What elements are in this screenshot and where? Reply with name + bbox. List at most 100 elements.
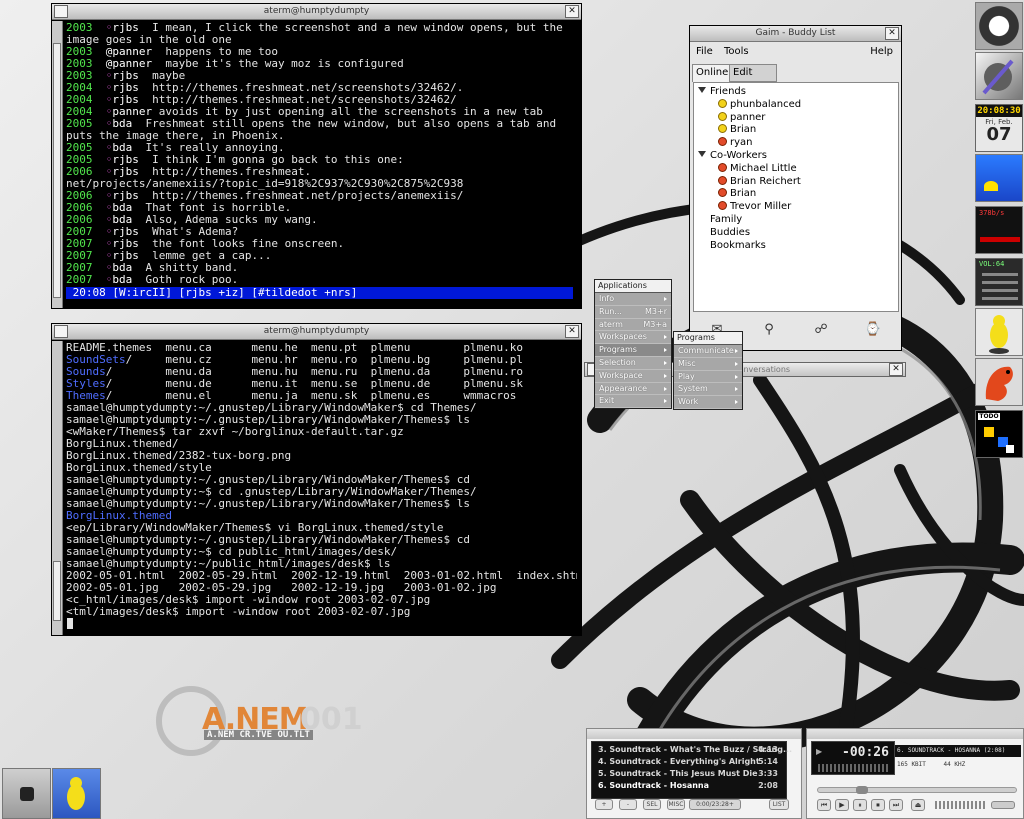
playlist-row[interactable]: 5. Soundtrack - This Jesus Must Die 3:33 [598, 769, 780, 779]
buddy-row[interactable]: phunbalanced [718, 98, 801, 111]
volume-slider[interactable] [982, 297, 1018, 300]
playlist-row[interactable]: 4. Soundtrack - Everything's Alright 5:14 [598, 757, 780, 767]
shell-output: README.themes menu.ca menu.he menu.pt pl… [66, 342, 577, 632]
menu-help[interactable]: Help [870, 46, 893, 57]
buddy-group[interactable]: Buddies [710, 226, 750, 239]
applications-menu: Applications Info Run... M3+r aterm M3+a Work… [594, 279, 672, 410]
gaim-buddy-list-window[interactable]: Gaim - Buddy List ✕ File Tools Help Onli… [689, 25, 902, 351]
irc-scrollbar[interactable] [52, 21, 63, 308]
shell-terminal-titlebar[interactable]: aterm@humptydumpty ✕ [52, 324, 581, 340]
buddy-row[interactable]: Brian Reichert [718, 175, 801, 188]
menu-tools[interactable]: Tools [724, 46, 749, 57]
workspace-clip-icon[interactable] [975, 2, 1023, 50]
menu-item[interactable]: Work [674, 396, 742, 409]
volume-dockapp[interactable]: VOL:64 [975, 258, 1023, 306]
playlist-remove-button[interactable]: - [619, 799, 637, 810]
miniaturize-button[interactable] [54, 5, 68, 18]
irc-terminal-window[interactable]: aterm@humptydumpty ✕ 2003 ◦rjbs I mean, … [51, 3, 582, 309]
buddy-group[interactable]: Co-Workers [698, 149, 767, 162]
close-button[interactable]: ✕ [885, 27, 899, 40]
volume-slider[interactable] [982, 281, 1018, 284]
todo-dockapp[interactable]: TODO [975, 410, 1023, 458]
away-icon[interactable]: ⌚ [864, 322, 882, 338]
menu-item[interactable]: Play [674, 370, 742, 384]
balance-slider[interactable] [991, 801, 1015, 809]
next-icon[interactable]: ⏭ [889, 799, 903, 811]
playlist-misc-button[interactable]: MISC [667, 799, 685, 810]
playlist-entries[interactable]: 3. Soundtrack - What's The Buzz / Strang… [591, 741, 792, 799]
gaim-titlebar[interactable]: Gaim - Buddy List ✕ [690, 26, 901, 42]
playlist-row[interactable]: 3. Soundtrack - What's The Buzz / Strang… [598, 745, 792, 755]
buddy-group[interactable]: Friends [698, 85, 746, 98]
scroll-thumb[interactable] [53, 561, 61, 621]
eject-icon[interactable]: ⏏ [911, 799, 925, 811]
info-icon[interactable]: ⚲ [760, 322, 778, 338]
player-time[interactable]: -00:26 [842, 745, 889, 760]
volume-slider[interactable] [982, 289, 1018, 292]
chat-icon[interactable]: ☍ [812, 322, 830, 338]
close-button[interactable]: ✕ [565, 325, 579, 338]
playlist-row[interactable]: 6. Soundtrack - Hosanna 2:08 [598, 781, 780, 791]
playlist-list-button[interactable]: LIST [769, 799, 789, 810]
volume-slider[interactable] [982, 273, 1018, 276]
line-text: Goth rock poo. [132, 273, 239, 286]
seek-bar[interactable] [817, 786, 1017, 794]
away-face-icon [718, 201, 727, 211]
tab-online[interactable]: Online [692, 64, 733, 82]
seek-thumb[interactable] [856, 786, 868, 794]
dragon-icon[interactable] [975, 358, 1023, 406]
menu-item[interactable]: Run... M3+r [595, 305, 671, 319]
miniaturize-button[interactable] [54, 325, 68, 338]
visualizer[interactable] [818, 764, 890, 772]
previous-icon[interactable]: ⏮ [817, 799, 831, 811]
menu-file[interactable]: File [696, 46, 713, 57]
menu-item[interactable]: Programs [595, 344, 671, 357]
close-button[interactable]: ✕ [565, 5, 579, 18]
menu-item[interactable]: Workspace [595, 369, 671, 383]
clock-date: 07 [986, 124, 1012, 145]
terminal-miniwindow[interactable] [2, 768, 51, 819]
gimp-icon[interactable] [975, 52, 1023, 100]
playlist-add-button[interactable]: + [595, 799, 613, 810]
player-titlebar[interactable] [807, 729, 1023, 739]
volume-slider[interactable] [935, 801, 987, 809]
menu-item[interactable]: System [674, 383, 742, 397]
playlist-select-button[interactable]: SEL [643, 799, 661, 810]
weather-dockapp[interactable] [975, 154, 1023, 202]
buddy-row[interactable]: Brian [718, 187, 756, 200]
buddy-row[interactable]: Brian [718, 123, 756, 136]
expander-icon[interactable] [698, 87, 706, 93]
menu-item[interactable]: Exit [595, 395, 671, 409]
menu-item[interactable]: Selection [595, 356, 671, 370]
buddy-group[interactable]: Family [710, 213, 742, 226]
menu-item[interactable]: Communicate [674, 345, 742, 358]
menu-item[interactable]: Info [595, 293, 671, 306]
menu-item[interactable]: Misc [674, 357, 742, 371]
network-monitor-dockapp[interactable]: 378b/s [975, 206, 1023, 254]
shell-terminal-window[interactable]: aterm@humptydumpty ✕ README.themes menu.… [51, 323, 582, 636]
buddy-row[interactable]: ryan [718, 136, 753, 149]
buddy-row[interactable]: Trevor Miller [718, 200, 791, 213]
tab-edit-buddies[interactable]: Edit Buddies [729, 64, 778, 94]
xmms-playlist-window[interactable]: 3. Soundtrack - What's The Buzz / Strang… [586, 728, 802, 819]
menu-item[interactable]: Workspaces [595, 331, 671, 345]
playlist-titlebar[interactable] [587, 729, 801, 739]
tux-miniwindow[interactable] [52, 768, 101, 819]
irc-terminal-titlebar[interactable]: aterm@humptydumpty ✕ [52, 4, 581, 20]
menu-item[interactable]: Appearance [595, 382, 671, 396]
menu-item[interactable]: aterm M3+a [595, 318, 671, 332]
clock-dockapp[interactable]: 20:08:30 Fri, Feb. 07 [975, 104, 1023, 152]
play-icon[interactable]: ▶ [835, 799, 849, 811]
stop-icon[interactable]: ⏹ [871, 799, 885, 811]
pause-icon[interactable]: ⏸ [853, 799, 867, 811]
buddy-row[interactable]: panner [718, 111, 765, 124]
buddy-row[interactable]: Michael Little [718, 162, 797, 175]
close-button[interactable]: ✕ [889, 363, 903, 376]
xmms-player-window[interactable]: ▶ -00:26 6. SOUNDTRACK - HOSANNA (2:08) … [806, 728, 1024, 819]
expander-icon[interactable] [698, 151, 706, 157]
buddy-group[interactable]: Bookmarks [710, 239, 766, 252]
scroll-thumb[interactable] [53, 43, 61, 298]
shell-scrollbar[interactable] [52, 341, 63, 635]
tux-icon[interactable] [975, 308, 1023, 356]
menu-item-label: aterm [599, 319, 623, 329]
